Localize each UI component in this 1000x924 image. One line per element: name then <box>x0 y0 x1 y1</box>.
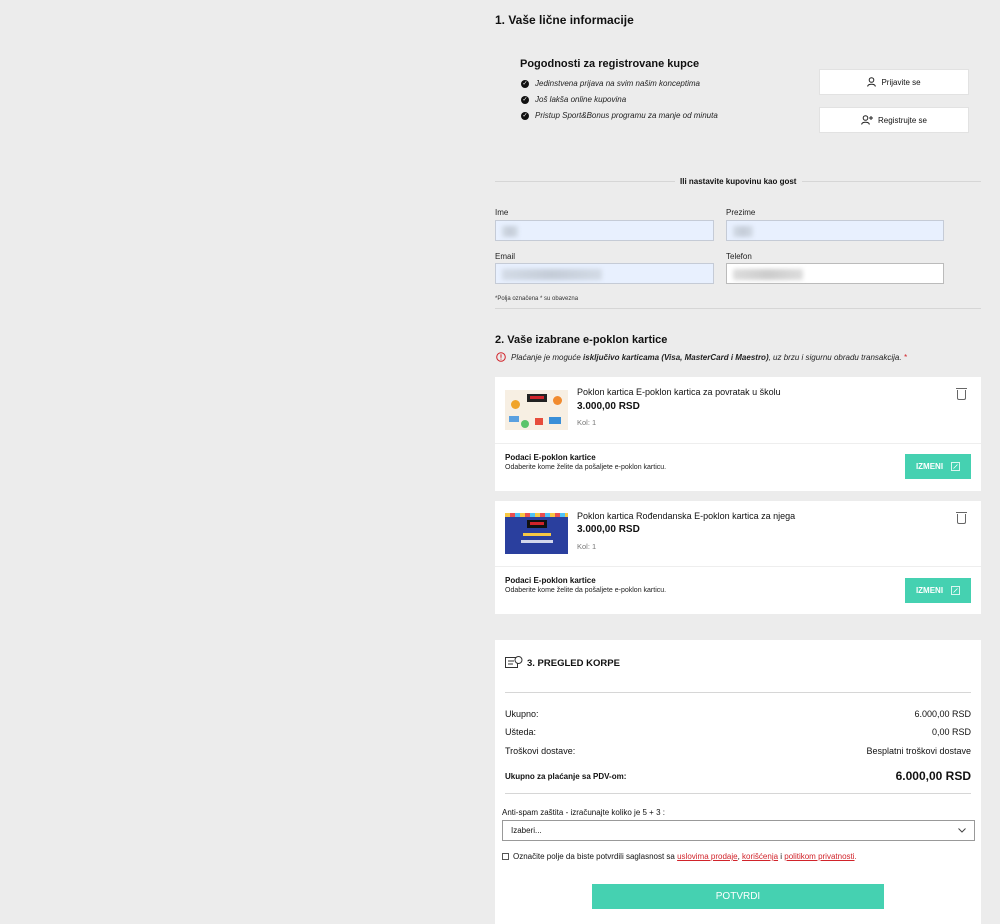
register-button[interactable]: Registrujte se <box>819 107 969 133</box>
product-qty: Kol: 1 <box>577 418 597 427</box>
product-name[interactable]: Poklon kartica Rođendanska E-poklon kart… <box>577 511 795 521</box>
details-desc: Odaberite kome želite da pošaljete e-pok… <box>505 587 667 594</box>
divider <box>495 181 675 182</box>
divider <box>505 793 971 794</box>
terms-of-use-link[interactable]: korišćenja <box>742 852 778 861</box>
birthday-card-image <box>505 513 568 554</box>
check-icon: ✓ <box>521 95 529 104</box>
cart-summary: 3. PREGLED KORPE Ukupno: 6.000,00 RSD Ušt… <box>495 640 981 924</box>
details-title: Podaci E-poklon kartice <box>505 576 596 585</box>
summary-row: Ušteda: 0,00 RSD <box>505 727 971 737</box>
gift-card-item: Poklon kartica Rođendanska E-poklon kart… <box>495 501 981 614</box>
details-title: Podaci E-poklon kartice <box>505 453 596 462</box>
section-3-title: 3. PREGLED KORPE <box>527 658 620 669</box>
edit-button[interactable]: IZMENI <box>905 578 971 603</box>
phone-field[interactable] <box>726 263 944 284</box>
divider <box>802 181 981 182</box>
first-name-field[interactable] <box>495 220 714 241</box>
user-add-icon <box>861 115 874 125</box>
privacy-policy-link[interactable]: politikom privatnosti <box>784 852 854 861</box>
summary-row: Ukupno: 6.000,00 RSD <box>505 709 971 719</box>
first-name-label: Ime <box>495 208 509 217</box>
antispam-label: Anti-spam zaštita - izračunajte koliko j… <box>502 808 665 817</box>
login-button[interactable]: Prijavite se <box>819 69 969 95</box>
consent-row: Označite polje da biste potvrdili saglas… <box>502 852 857 861</box>
product-name[interactable]: Poklon kartica E-poklon kartica za povra… <box>577 387 781 397</box>
section-2-title: 2. Vaše izabrane e-poklon kartice <box>495 334 668 346</box>
confirm-button[interactable]: POTVRDI <box>592 884 884 909</box>
last-name-label: Prezime <box>726 208 756 217</box>
benefit-item: ✓ Pristup Sport&Bonus programu za manje … <box>521 111 718 120</box>
guest-label: Ili nastavite kupovinu kao gost <box>680 177 797 186</box>
section-1-title: 1. Vaše lične informacije <box>495 13 634 27</box>
antispam-select[interactable]: Izaberi... <box>502 820 975 841</box>
consent-checkbox[interactable] <box>502 853 509 860</box>
edit-icon <box>951 586 960 595</box>
divider <box>495 308 981 309</box>
email-field[interactable] <box>495 263 714 284</box>
phone-label: Telefon <box>726 252 752 261</box>
last-name-field[interactable] <box>726 220 944 241</box>
gift-card-item: Poklon kartica E-poklon kartica za povra… <box>495 377 981 491</box>
edit-icon <box>951 462 960 471</box>
user-icon <box>867 77 877 87</box>
divider <box>495 443 981 444</box>
benefit-item: ✓ Jedinstvena prijava na svim našim konc… <box>521 79 700 88</box>
cart-review-icon <box>505 656 523 668</box>
chevron-down-icon <box>958 828 966 833</box>
details-desc: Odaberite kome želite da pošaljete e-pok… <box>505 464 667 471</box>
total-row: Ukupno za plaćanje sa PDV-om: 6.000,00 R… <box>505 769 971 783</box>
divider <box>495 566 981 567</box>
product-qty: Kol: 1 <box>577 542 597 551</box>
trash-icon[interactable] <box>956 388 967 400</box>
check-icon: ✓ <box>521 111 529 120</box>
payment-notice: Plaćanje je moguće isključivo karticama … <box>496 352 907 362</box>
benefits-title: Pogodnosti za registrovane kupce <box>520 58 700 70</box>
product-price: 3.000,00 RSD <box>577 401 640 412</box>
back-to-school-card-image <box>505 390 568 430</box>
required-note: *Polja označena * su obavezna <box>495 296 579 302</box>
edit-button[interactable]: IZMENI <box>905 454 971 479</box>
summary-row: Troškovi dostave: Besplatni troškovi dost… <box>505 746 971 756</box>
terms-of-sale-link[interactable]: uslovima prodaje <box>677 852 737 861</box>
divider <box>505 692 971 693</box>
benefit-item: ✓ Još lakša online kupovina <box>521 95 627 104</box>
check-icon: ✓ <box>521 79 529 88</box>
trash-icon[interactable] <box>956 512 967 524</box>
info-icon <box>496 352 506 362</box>
product-price: 3.000,00 RSD <box>577 524 640 535</box>
email-label: Email <box>495 252 516 261</box>
